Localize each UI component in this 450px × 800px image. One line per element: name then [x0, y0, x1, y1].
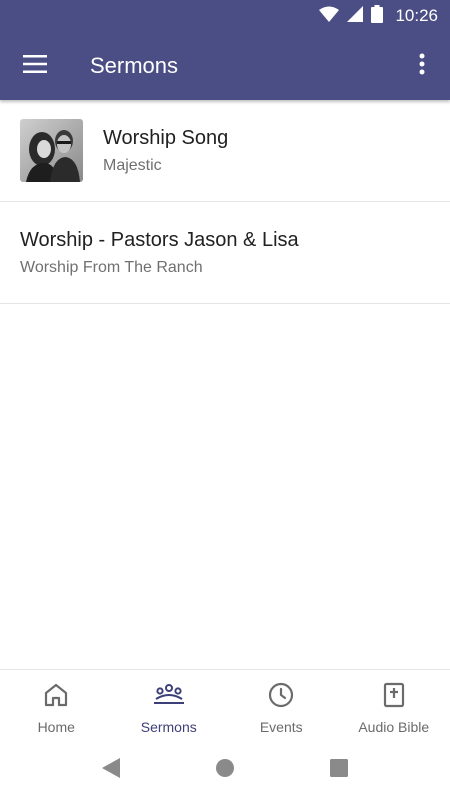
home-system-button[interactable]: [168, 758, 282, 783]
more-vert-icon: [419, 53, 425, 80]
bible-icon: [382, 682, 406, 713]
sermon-list: Worship Song Majestic Worship - Pastors …: [0, 100, 450, 304]
people-icon: [153, 682, 185, 713]
nav-label: Audio Bible: [358, 719, 430, 735]
system-navigation-bar: [0, 741, 450, 800]
nav-label: Sermons: [140, 719, 197, 735]
sermon-thumbnail: [20, 119, 83, 182]
nav-audio-bible[interactable]: Audio Bible: [338, 670, 450, 741]
back-button[interactable]: [54, 757, 168, 784]
wifi-icon: [319, 6, 340, 27]
bottom-navigation: Home Sermons Events Audio Bible: [0, 669, 450, 741]
sermon-list-item[interactable]: Worship - Pastors Jason & Lisa Worship F…: [0, 202, 450, 304]
home-icon: [43, 682, 69, 713]
sermon-title: Worship Song: [103, 126, 229, 149]
hamburger-menu-icon: [23, 54, 47, 78]
back-icon: [101, 757, 121, 784]
nav-home[interactable]: Home: [0, 670, 113, 741]
status-time: 10:26: [395, 6, 438, 25]
app-bar: Sermons: [0, 32, 450, 100]
sermon-subtitle: Majestic: [103, 156, 162, 174]
nav-label: Events: [259, 719, 303, 735]
clock-icon: [268, 682, 294, 713]
sermon-list-item[interactable]: Worship Song Majestic: [0, 100, 450, 202]
recents-button[interactable]: [282, 759, 396, 782]
signal-icon: [347, 5, 364, 27]
status-bar: 10:26: [0, 0, 450, 32]
nav-sermons[interactable]: Sermons: [113, 670, 226, 741]
nav-events[interactable]: Events: [225, 670, 338, 741]
nav-label: Home: [37, 719, 75, 735]
recents-icon: [330, 759, 348, 782]
status-icons: 10:26: [319, 4, 438, 28]
menu-button[interactable]: [0, 32, 70, 100]
sermon-text: Worship Song Majestic: [103, 127, 228, 175]
sermon-title: Worship - Pastors Jason & Lisa: [20, 228, 299, 251]
more-options-button[interactable]: [394, 32, 450, 100]
battery-icon: [371, 4, 384, 28]
sermon-text: Worship - Pastors Jason & Lisa Worship F…: [20, 229, 299, 277]
page-title: Sermons: [90, 53, 179, 78]
home-circle-icon: [215, 758, 235, 783]
sermon-subtitle: Worship From The Ranch: [20, 258, 203, 276]
